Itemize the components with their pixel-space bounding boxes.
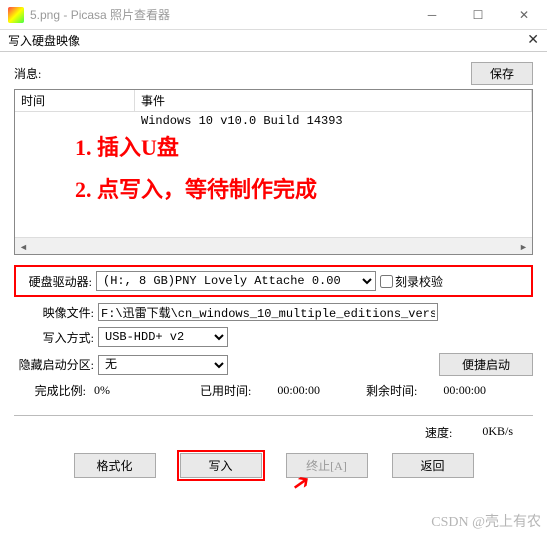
image-label: 映像文件: (14, 304, 94, 321)
speed-value: 0KB/s (482, 424, 513, 441)
horizontal-scrollbar[interactable]: ◄ ► (15, 237, 532, 254)
listview-body: Windows 10 v10.0 Build 14393 (15, 112, 532, 130)
maximize-button[interactable]: ☐ (455, 0, 501, 30)
annotation-1: 1. 插入U盘 (75, 130, 179, 162)
remain-value: 00:00:00 (443, 383, 486, 398)
scroll-track[interactable] (32, 238, 515, 254)
mode-select[interactable]: USB-HDD+ v2 (98, 327, 228, 347)
write-button[interactable]: 写入 (180, 453, 262, 478)
used-value: 00:00:00 (277, 383, 320, 398)
event-row: Windows 10 v10.0 Build 14393 (141, 114, 526, 128)
minimize-button[interactable]: ─ (409, 0, 455, 30)
drive-label: 硬盘驱动器: (20, 273, 92, 290)
watermark: CSDN @壳上有农 (431, 511, 541, 531)
scroll-right-icon[interactable]: ► (515, 238, 532, 255)
close-button[interactable]: ✕ (501, 0, 547, 30)
dialog-title: 写入硬盘映像 (8, 32, 527, 49)
mode-label: 写入方式: (14, 329, 94, 346)
remain-label: 剩余时间: (366, 382, 417, 399)
image-path-input[interactable] (98, 303, 438, 321)
format-button[interactable]: 格式化 (74, 453, 156, 478)
done-label: 完成比例: (14, 382, 86, 399)
col-event[interactable]: 事件 (135, 90, 532, 112)
annotation-2: 2. 点写入，等待制作完成 (75, 172, 317, 204)
burn-verify-label: 刻录校验 (395, 273, 443, 290)
drive-select[interactable]: (H:, 8 GB)PNY Lovely Attache 0.00 (96, 271, 376, 291)
dialog-header: 写入硬盘映像 ✕ (0, 30, 547, 52)
done-value: 0% (94, 383, 154, 398)
back-button[interactable]: 返回 (392, 453, 474, 478)
col-time[interactable]: 时间 (15, 90, 135, 112)
message-label: 消息: (14, 65, 41, 82)
dialog-close-icon[interactable]: ✕ (527, 32, 539, 49)
button-row: 格式化 写入 终止[A] 返回 ➔ (14, 453, 533, 478)
convenient-boot-button[interactable]: 便捷启动 (439, 353, 533, 376)
used-label: 已用时间: (200, 382, 251, 399)
burn-verify-input[interactable] (380, 275, 393, 288)
scroll-left-icon[interactable]: ◄ (15, 238, 32, 255)
listview-header: 时间 事件 (15, 90, 532, 112)
app-icon (8, 7, 24, 23)
hide-label: 隐藏启动分区: (14, 356, 94, 373)
drive-group-highlight: 硬盘驱动器: (H:, 8 GB)PNY Lovely Attache 0.00… (14, 265, 533, 297)
save-button[interactable]: 保存 (471, 62, 533, 85)
divider (14, 415, 533, 416)
hide-select[interactable]: 无 (98, 355, 228, 375)
burn-verify-checkbox[interactable]: 刻录校验 (380, 273, 443, 290)
outer-titlebar: 5.png - Picasa 照片查看器 ─ ☐ ✕ (0, 0, 547, 30)
window-title: 5.png - Picasa 照片查看器 (30, 6, 409, 23)
speed-label: 速度: (425, 424, 452, 441)
message-listview[interactable]: 时间 事件 Windows 10 v10.0 Build 14393 1. 插入… (14, 89, 533, 255)
